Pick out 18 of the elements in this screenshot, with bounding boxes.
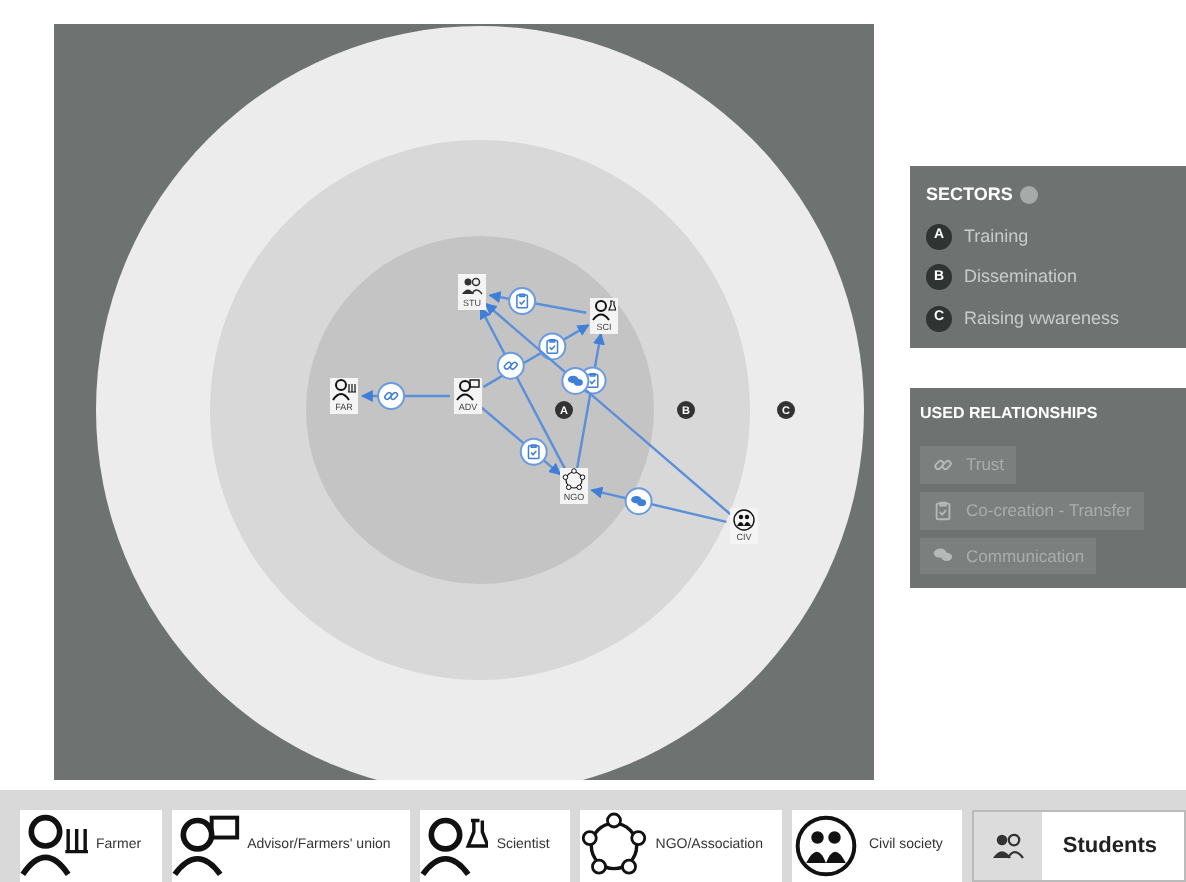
communication-icon xyxy=(932,544,954,567)
sector-label: Training xyxy=(964,223,1029,250)
panel-title: USED RELATIONSHIPS xyxy=(920,402,1098,426)
cocreation-icon xyxy=(932,499,954,522)
trust-badge[interactable] xyxy=(496,351,525,380)
panel-title: SECTORS xyxy=(926,182,1013,208)
scientist-icon xyxy=(420,812,489,880)
relationship-arrow xyxy=(360,390,450,402)
farmer-icon xyxy=(20,812,88,880)
sector-label: Dissemination xyxy=(964,264,1078,290)
ngo-icon xyxy=(579,812,648,880)
communication-badge[interactable] xyxy=(624,487,653,516)
advisor-icon xyxy=(171,812,240,880)
sector-label: Raising wwareness xyxy=(964,305,1120,332)
actor-label: Students xyxy=(1062,831,1157,862)
actor-card[interactable]: Students xyxy=(972,810,1186,882)
cocreation-badge[interactable] xyxy=(538,332,567,361)
cocreation-badge[interactable] xyxy=(519,437,548,466)
